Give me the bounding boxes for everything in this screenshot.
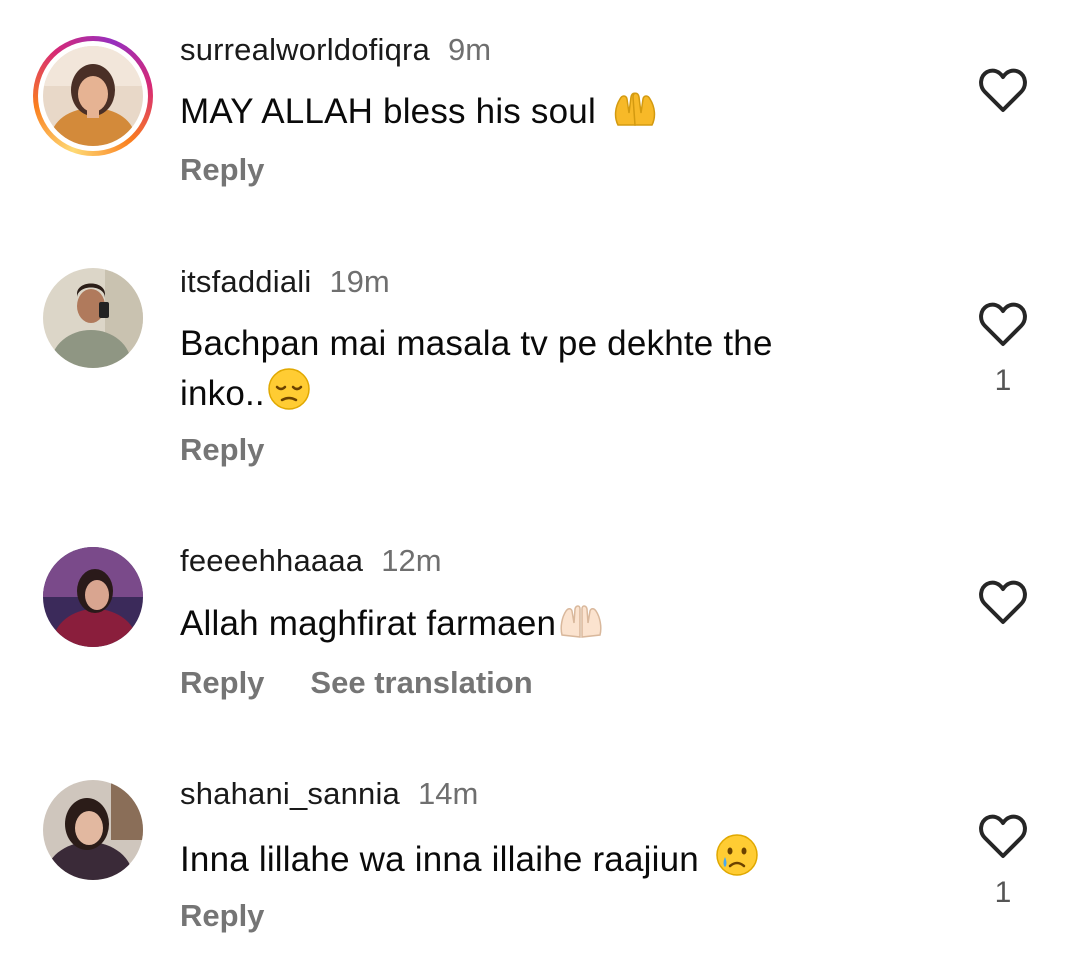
- praying-hands-emoji-icon: [612, 89, 658, 141]
- username[interactable]: itsfaddiali: [180, 264, 311, 299]
- reply-button[interactable]: Reply: [180, 152, 264, 187]
- reply-button[interactable]: Reply: [180, 432, 264, 467]
- comment-time: 19m: [329, 264, 390, 299]
- comment-time: 12m: [381, 543, 442, 578]
- comment-actions: Reply: [180, 432, 264, 468]
- comment-text: Inna lillahe wa inna illaihe raajiun: [180, 833, 880, 889]
- palms-up-emoji-icon: [558, 601, 604, 653]
- heart-outline-icon[interactable]: [978, 302, 1028, 348]
- like-count: 1: [994, 876, 1012, 909]
- pensive-face-emoji-icon: [267, 367, 311, 423]
- comment-text: MAY ALLAH bless his soul: [180, 88, 880, 141]
- username[interactable]: surrealworldofiqra: [180, 32, 430, 67]
- comment-text: Allah maghfirat farmaen: [180, 600, 880, 653]
- comment-actions: Reply: [180, 898, 264, 934]
- comment-actions: Reply: [180, 152, 264, 188]
- heart-outline-icon[interactable]: [978, 68, 1028, 114]
- comment-actions: Reply See translation: [180, 665, 533, 701]
- username[interactable]: shahani_sannia: [180, 776, 400, 811]
- avatar[interactable]: [43, 547, 143, 647]
- username[interactable]: feeeehhaaaa: [180, 543, 363, 578]
- comment-text: Bachpan mai masala tv pe dekhte the inko…: [180, 320, 860, 423]
- comment-header: feeeehhaaaa 12m: [180, 543, 442, 579]
- heart-outline-icon[interactable]: [978, 814, 1028, 860]
- avatar[interactable]: [43, 780, 143, 880]
- avatar[interactable]: [43, 268, 143, 368]
- comment-body: Allah maghfirat farmaen: [180, 604, 557, 643]
- comment-header: shahani_sannia 14m: [180, 776, 478, 812]
- comment-header: itsfaddiali 19m: [180, 264, 390, 300]
- comment-time: 14m: [417, 776, 479, 811]
- comment-body: Inna lillahe wa inna illaihe raajiun: [180, 840, 699, 879]
- reply-button[interactable]: Reply: [180, 665, 264, 700]
- comment-header: surrealworldofiqra 9m: [180, 32, 491, 68]
- comment-time: 9m: [447, 32, 492, 67]
- reply-button[interactable]: Reply: [180, 898, 264, 933]
- heart-outline-icon[interactable]: [978, 580, 1028, 626]
- crying-face-emoji-icon: [715, 833, 759, 889]
- like-count: 1: [994, 364, 1012, 397]
- see-translation-button[interactable]: See translation: [310, 665, 532, 700]
- comment-body: MAY ALLAH bless his soul: [180, 92, 596, 131]
- avatar[interactable]: [43, 46, 143, 146]
